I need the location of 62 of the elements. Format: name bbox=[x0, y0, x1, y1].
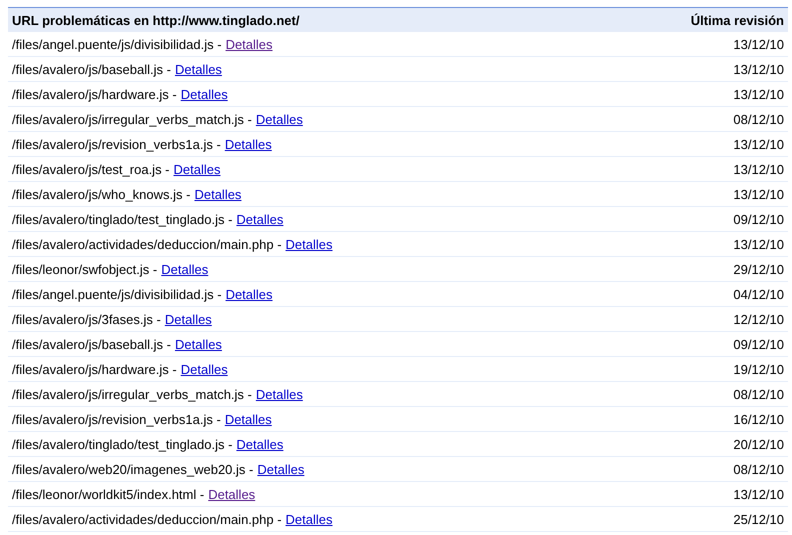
revision-date: 12/12/10 bbox=[733, 312, 784, 326]
file-path: /files/avalero/js/who_knows.js - bbox=[12, 186, 190, 202]
file-path: /files/avalero/js/baseball.js - bbox=[12, 336, 171, 352]
revision-date: 13/12/10 bbox=[733, 236, 784, 252]
file-path: /files/avalero/js/revision_verbs1a.js - bbox=[12, 136, 221, 152]
revision-date: 08/12/10 bbox=[733, 462, 784, 476]
details-link[interactable]: Detalles bbox=[256, 112, 303, 126]
details-link[interactable]: Detalles bbox=[257, 462, 304, 476]
revision-date: 09/12/10 bbox=[733, 336, 784, 352]
file-path: /files/avalero/actividades/deduccion/main.php - bbox=[12, 512, 282, 526]
file-path: /files/avalero/js/revision_verbs1a.js - bbox=[12, 412, 221, 426]
revision-date: 13/12/10 bbox=[733, 186, 784, 202]
revision-date: 25/12/10 bbox=[733, 512, 784, 526]
details-link[interactable]: Detalles bbox=[164, 312, 212, 326]
details-link[interactable]: Detalles bbox=[226, 36, 273, 52]
details-link[interactable]: Detalles bbox=[174, 162, 220, 176]
file-path: /files/avalero/js/hardware.js - bbox=[12, 362, 177, 376]
revision-date: 04/12/10 bbox=[733, 286, 784, 302]
details-link[interactable]: Detalles bbox=[208, 486, 256, 502]
revision-date: 19/12/10 bbox=[733, 362, 784, 376]
revision-date: 29/12/10 bbox=[733, 262, 784, 276]
file-path: /files/avalero/tinglado/test_tinglado.js - bbox=[12, 212, 232, 226]
file-path: /files/angel.puente/js/divisibilidad.js - bbox=[12, 36, 222, 52]
revision-date: 08/12/10 bbox=[733, 386, 784, 402]
revision-date: 13/12/10 bbox=[733, 36, 784, 52]
details-link[interactable]: Detalles bbox=[174, 62, 222, 76]
details-link[interactable]: Detalles bbox=[236, 436, 284, 452]
details-link[interactable]: Detalles bbox=[224, 412, 272, 426]
file-path: /files/avalero/js/3fases.js - bbox=[12, 312, 161, 326]
revision-date: 13/12/10 bbox=[733, 86, 784, 102]
details-link[interactable]: Detalles bbox=[194, 186, 242, 202]
details-link[interactable]: Detalles bbox=[180, 86, 228, 102]
revision-date: 16/12/10 bbox=[733, 412, 784, 426]
details-link[interactable]: Detalles bbox=[161, 262, 208, 276]
file-path: /files/avalero/js/irregular_verbs_match.js - bbox=[12, 386, 252, 402]
revision-date: 13/12/10 bbox=[733, 62, 784, 76]
revision-date: 09/12/10 bbox=[733, 212, 784, 226]
file-path: /files/avalero/tinglado/test_tinglado.js - bbox=[12, 436, 232, 452]
file-path: /files/avalero/js/baseball.js - bbox=[12, 62, 171, 76]
file-path: /files/avalero/actividades/deduccion/main.php - bbox=[12, 236, 282, 252]
file-path: /files/angel.puente/js/divisibilidad.js - bbox=[12, 286, 222, 302]
file-path: /files/leonor/swfobject.js - bbox=[12, 262, 158, 276]
details-link[interactable]: Detalles bbox=[286, 512, 333, 526]
details-link[interactable]: Detalles bbox=[226, 286, 273, 302]
details-link[interactable]: Detalles bbox=[224, 136, 272, 152]
details-link[interactable]: Detalles bbox=[236, 212, 284, 226]
details-link[interactable]: Detalles bbox=[256, 386, 303, 402]
file-path: /files/avalero/js/irregular_verbs_match.js - bbox=[12, 112, 252, 126]
file-path: /files/avalero/js/hardware.js - bbox=[12, 86, 177, 102]
details-link[interactable]: Detalles bbox=[286, 236, 333, 252]
file-path: /files/avalero/web20/imagenes_web20.js - bbox=[12, 462, 254, 476]
revision-date: 13/12/10 bbox=[733, 162, 784, 176]
file-path: /files/leonor/worldkit5/index.html - bbox=[12, 486, 204, 502]
column-header: Última revisión bbox=[690, 12, 784, 28]
revision-date: 20/12/10 bbox=[733, 436, 784, 452]
revision-date: 13/12/10 bbox=[733, 136, 784, 152]
details-link[interactable]: Detalles bbox=[180, 362, 228, 376]
revision-date: 08/12/10 bbox=[733, 112, 784, 126]
column-header: URL problemáticas en http://www.tinglado.net/ bbox=[12, 12, 300, 28]
revision-date: 13/12/10 bbox=[733, 486, 784, 502]
file-path: /files/avalero/js/test_roa.js - bbox=[12, 162, 170, 176]
details-link[interactable]: Detalles bbox=[174, 336, 222, 352]
